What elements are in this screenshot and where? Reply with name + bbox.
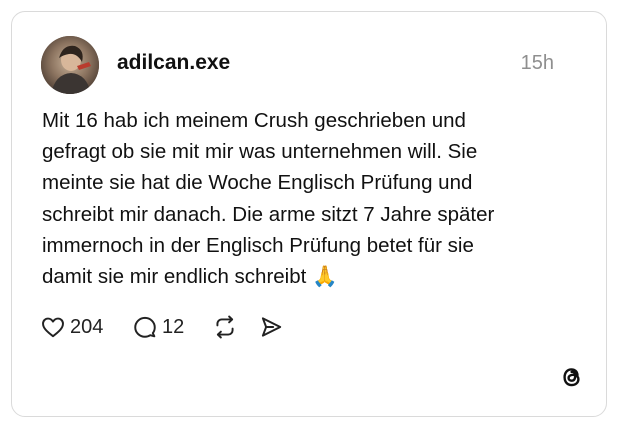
post-text-line: gefragt ob sie mit mir was unternehmen w… bbox=[42, 140, 478, 164]
avatar-photo bbox=[41, 36, 99, 94]
post-text-line: immernoch in der Englisch Prüfung betet … bbox=[42, 233, 474, 257]
threads-logo-icon bbox=[556, 362, 586, 392]
post-body: Mit 16 hab ich meinem Crush geschrieben … bbox=[42, 105, 562, 292]
like-button[interactable]: 204 bbox=[40, 312, 103, 342]
post-text-line: schreibt mir danach. Die arme sitzt 7 Ja… bbox=[42, 202, 495, 226]
repost-icon bbox=[216, 315, 234, 339]
repost-button[interactable] bbox=[212, 312, 238, 342]
post-text-line: Mit 16 hab ich meinem Crush geschrieben … bbox=[42, 109, 466, 132]
post-text-line: damit sie mir endlich schreibt 🙏 bbox=[42, 265, 338, 289]
username-link[interactable]: adilcan.exe bbox=[117, 50, 230, 76]
like-count: 204 bbox=[70, 316, 104, 338]
heart-icon bbox=[42, 317, 64, 338]
reply-count: 12 bbox=[162, 316, 185, 338]
reply-button[interactable]: 12 bbox=[132, 312, 184, 342]
post-timestamp: 15h bbox=[520, 52, 554, 74]
send-icon bbox=[261, 317, 282, 337]
share-button[interactable] bbox=[258, 312, 284, 342]
post-text-line: meinte sie hat die Woche Englisch Prüfun… bbox=[42, 171, 473, 195]
avatar[interactable] bbox=[41, 36, 99, 94]
comment-bubble-icon bbox=[134, 316, 156, 338]
